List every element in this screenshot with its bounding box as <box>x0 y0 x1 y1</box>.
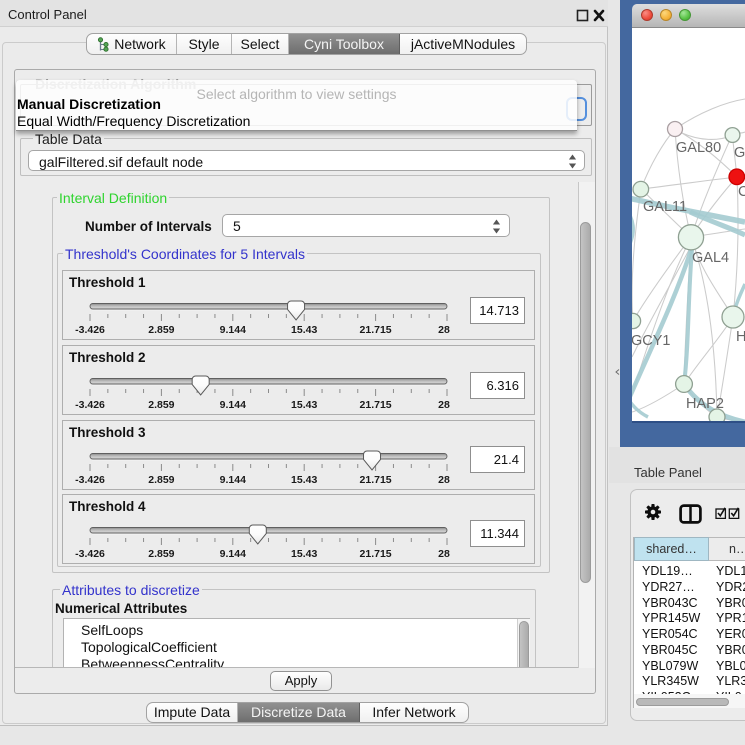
svg-text:2.859: 2.859 <box>148 474 174 486</box>
svg-text:9.144: 9.144 <box>220 399 246 411</box>
svg-text:HAP2: HAP2 <box>686 396 724 412</box>
svg-text:-3.426: -3.426 <box>75 324 105 336</box>
svg-text:2.859: 2.859 <box>148 324 174 336</box>
svg-text:GAL4: GAL4 <box>692 250 729 266</box>
svg-text:-3.426: -3.426 <box>75 474 105 486</box>
svg-text:21.715: 21.715 <box>360 548 392 560</box>
svg-text:2.859: 2.859 <box>148 399 174 411</box>
svg-text:H: H <box>736 329 745 345</box>
svg-text:21.715: 21.715 <box>360 324 392 336</box>
svg-text:-3.426: -3.426 <box>75 399 105 411</box>
svg-text:28: 28 <box>438 324 450 336</box>
svg-text:GA: GA <box>734 145 745 161</box>
svg-text:28: 28 <box>438 399 450 411</box>
svg-text:GAL11: GAL11 <box>643 199 687 215</box>
svg-text:9.144: 9.144 <box>220 324 246 336</box>
svg-text:-3.426: -3.426 <box>75 548 105 560</box>
svg-text:28: 28 <box>438 548 450 560</box>
svg-text:15.43: 15.43 <box>291 474 317 486</box>
svg-text:GAL80: GAL80 <box>676 140 721 156</box>
svg-text:15.43: 15.43 <box>291 399 317 411</box>
svg-text:28: 28 <box>438 474 450 486</box>
svg-text:9.144: 9.144 <box>220 548 246 560</box>
svg-text:C: C <box>738 184 745 200</box>
svg-text:9.144: 9.144 <box>220 474 246 486</box>
svg-text:GCY1: GCY1 <box>632 333 671 349</box>
svg-text:21.715: 21.715 <box>360 399 392 411</box>
svg-text:21.715: 21.715 <box>360 474 392 486</box>
svg-text:15.43: 15.43 <box>291 324 317 336</box>
svg-text:15.43: 15.43 <box>291 548 317 560</box>
svg-text:2.859: 2.859 <box>148 548 174 560</box>
